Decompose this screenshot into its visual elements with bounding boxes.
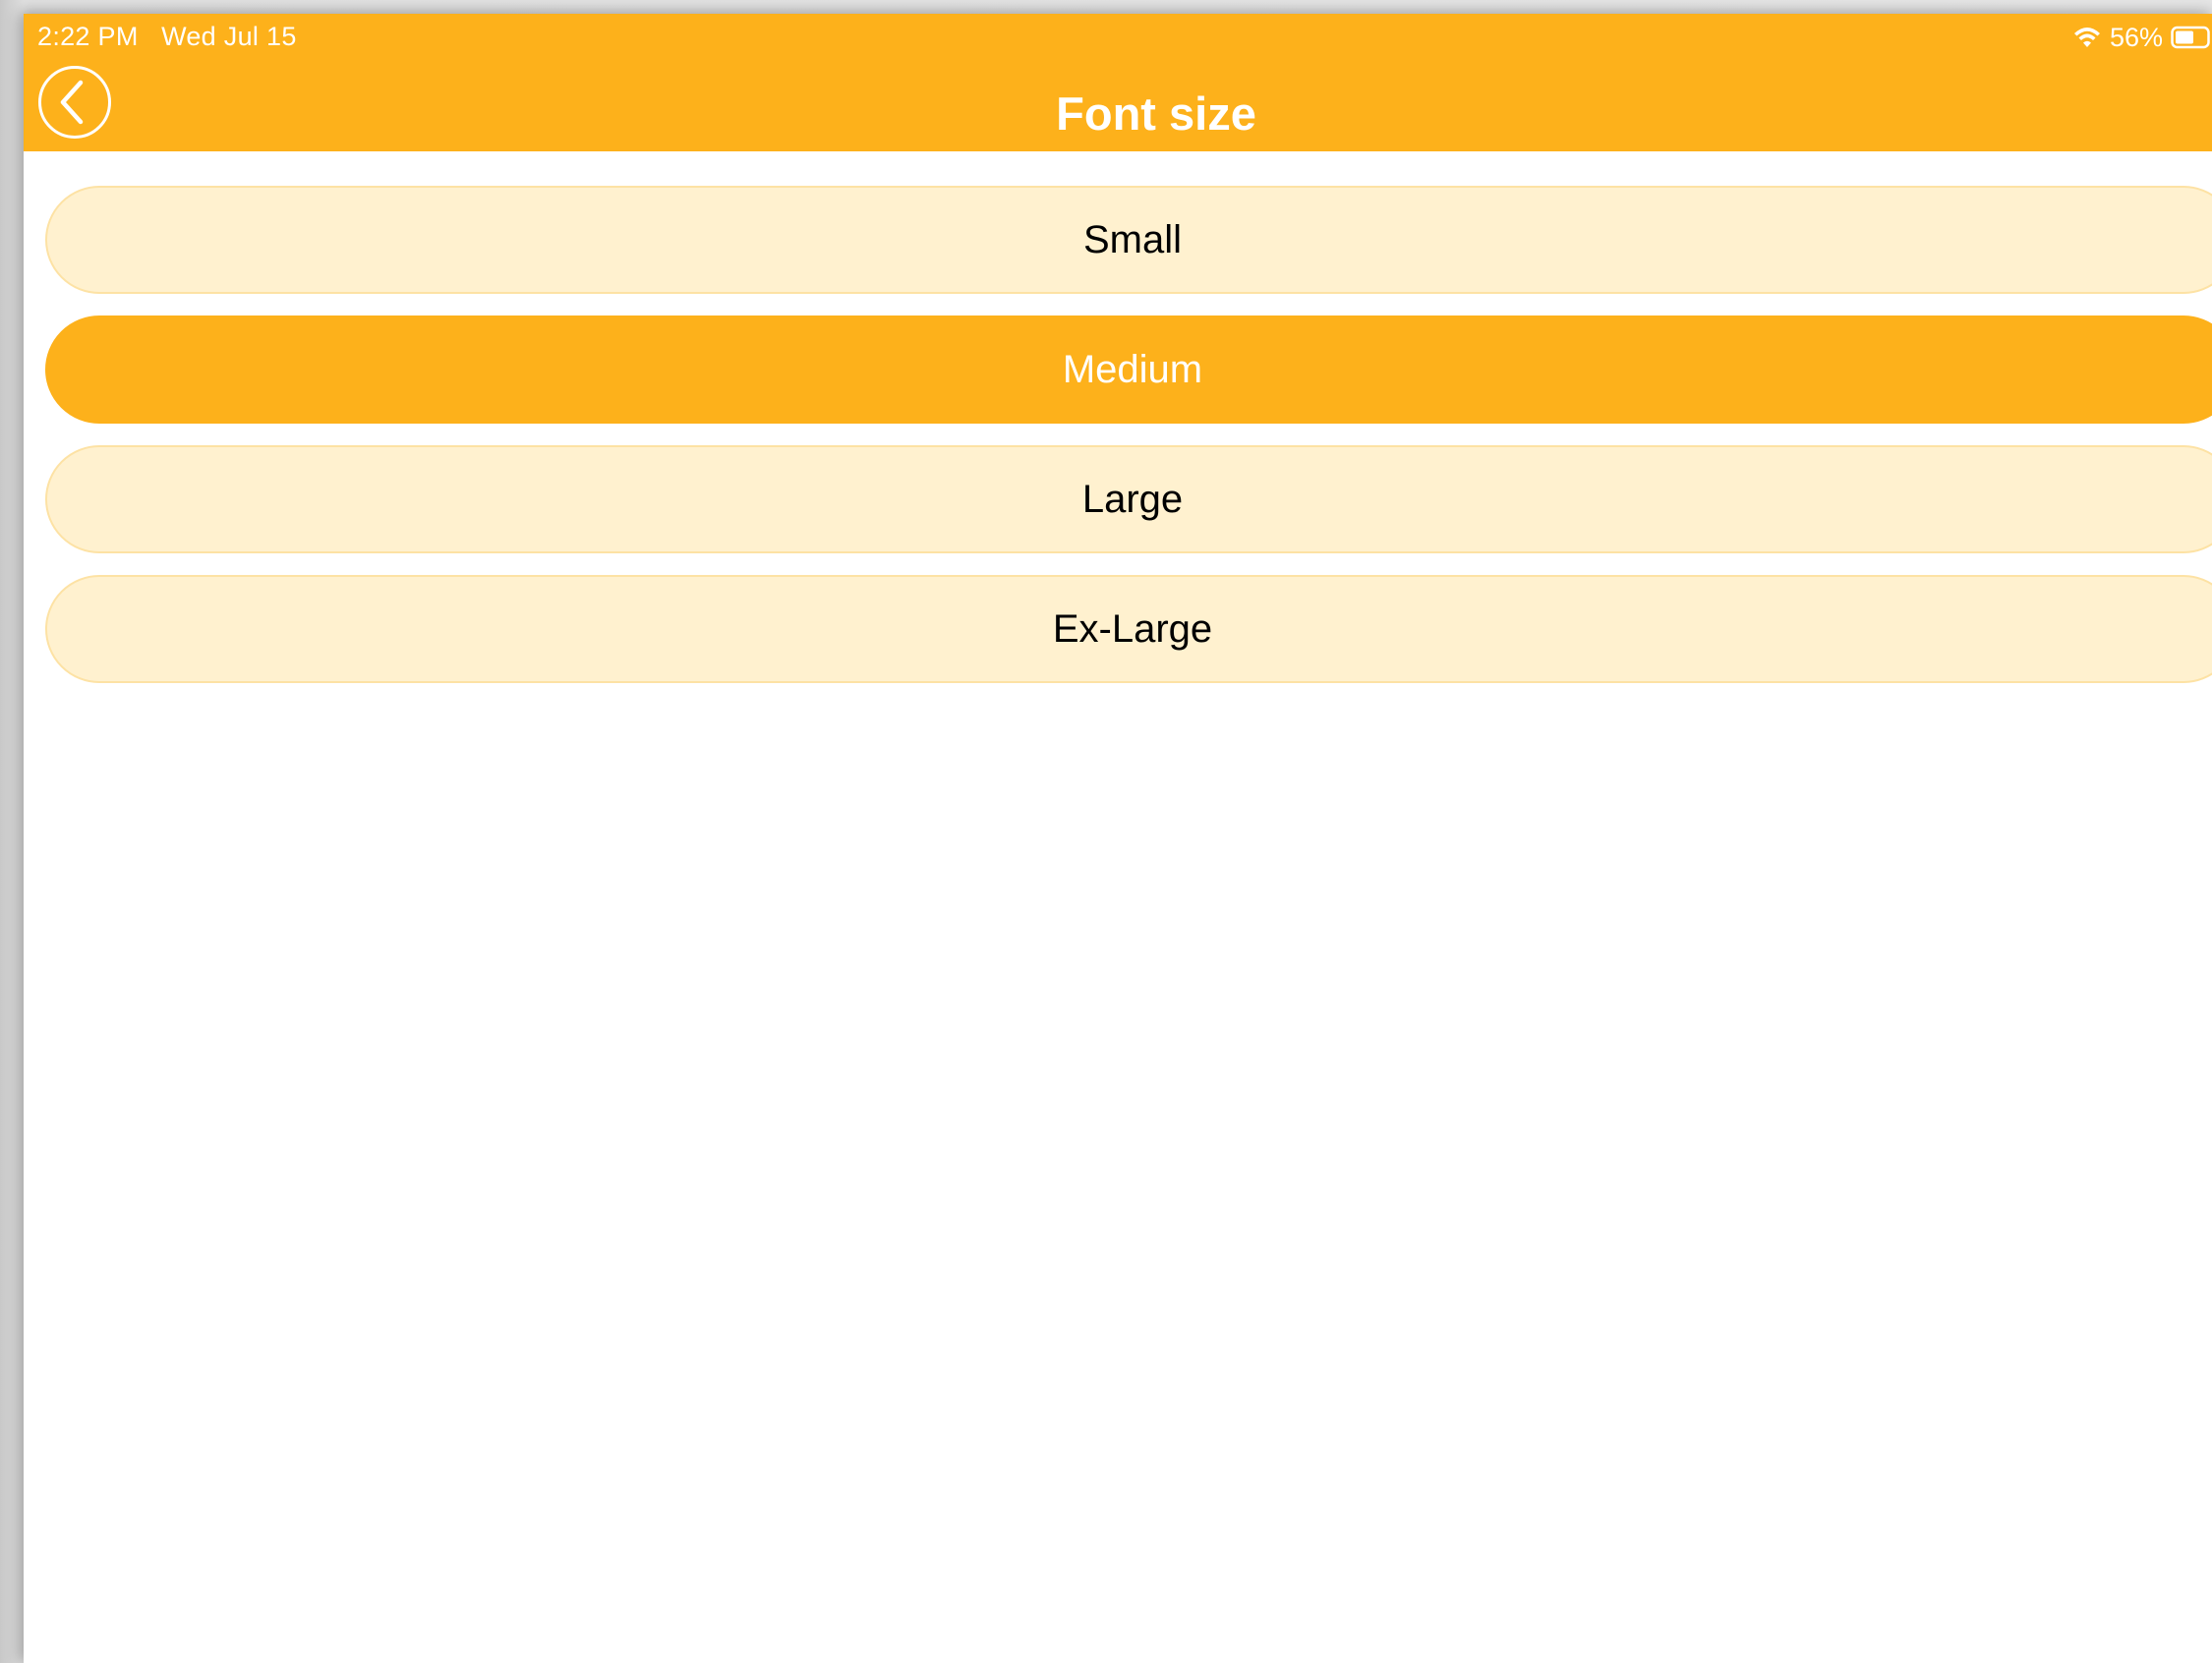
navigation-bar: 2:22 PM Wed Jul 15 56% Font size [24, 14, 2212, 151]
status-date: Wed Jul 15 [161, 22, 297, 51]
font-option-label: Small [1082, 217, 1183, 261]
font-option-label: Large [1081, 477, 1184, 521]
font-option-label: Medium [1062, 347, 1203, 391]
font-option-small[interactable]: Small [45, 186, 2212, 294]
font-size-options: Small Medium Large Ex-Large [45, 186, 2212, 705]
status-indicators: 56% [2072, 21, 2212, 54]
font-option-medium[interactable]: Medium [45, 315, 2212, 424]
battery-percent: 56% [2109, 22, 2163, 52]
status-time: 2:22 PM [37, 22, 139, 51]
battery-icon [2171, 26, 2212, 49]
wifi-icon [2072, 26, 2102, 49]
app-screen: 2:22 PM Wed Jul 15 56% Font size Small M… [24, 14, 2212, 1663]
page-title: Font size [1056, 87, 1256, 140]
font-option-large[interactable]: Large [45, 445, 2212, 553]
font-option-ex-large[interactable]: Ex-Large [45, 575, 2212, 683]
font-option-label: Ex-Large [1052, 606, 1213, 651]
status-time-date: 2:22 PM Wed Jul 15 [37, 22, 297, 52]
